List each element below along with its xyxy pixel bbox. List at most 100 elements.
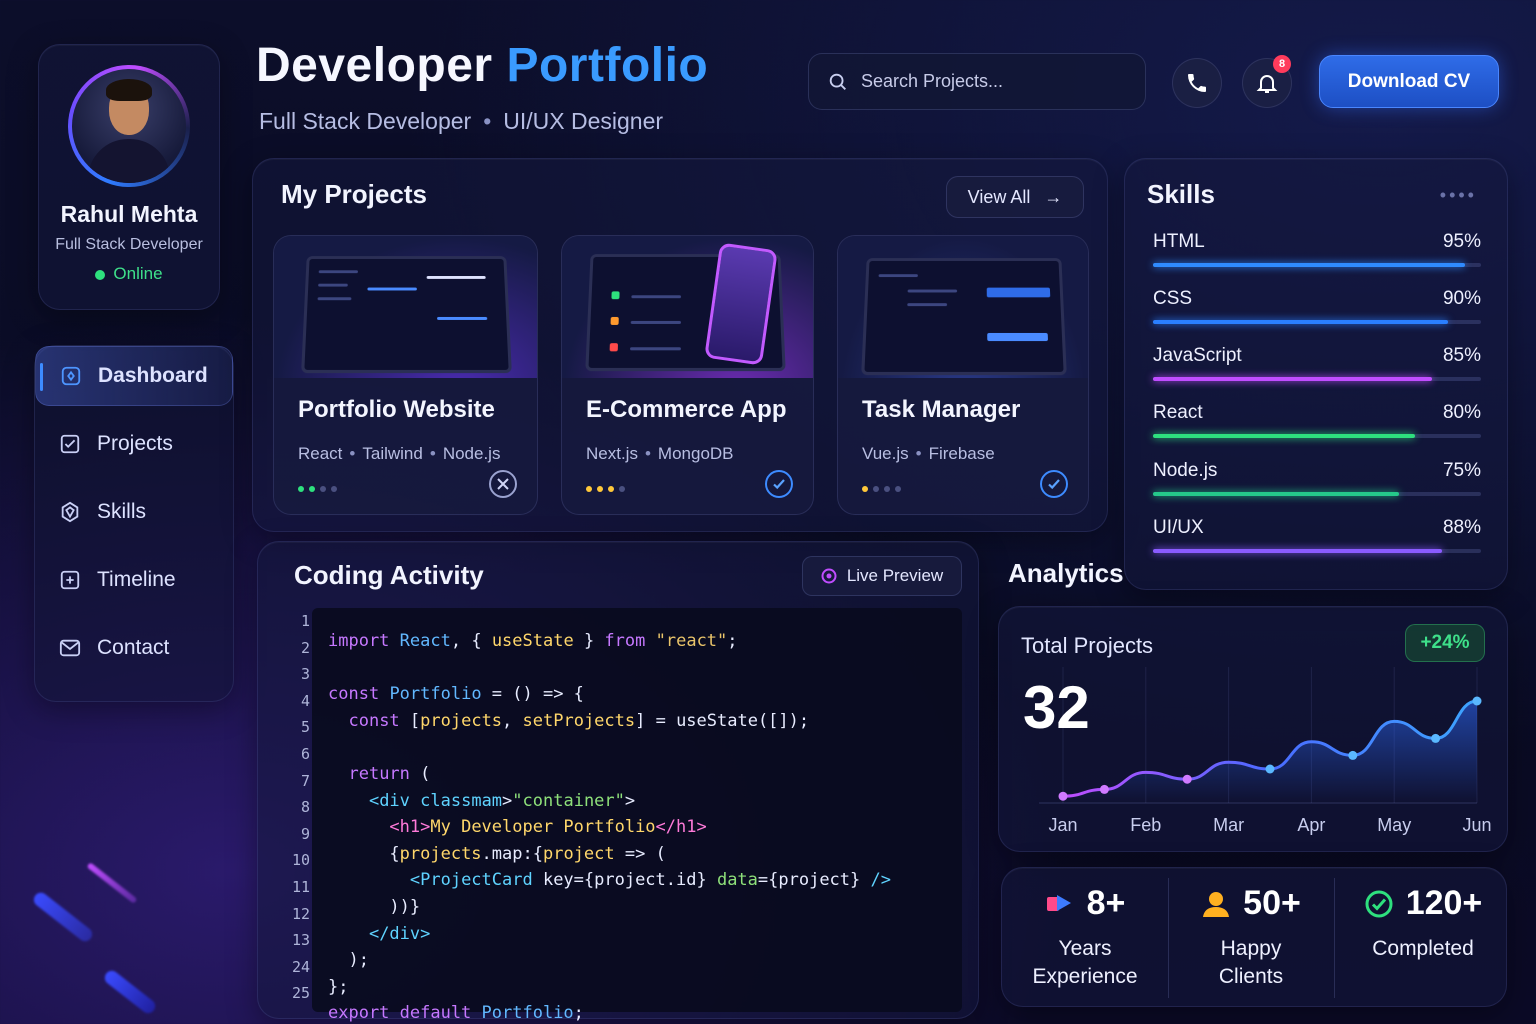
skill-progress-track	[1153, 320, 1481, 324]
coding-activity-panel: Coding Activity Live Preview 1 2 3 4 5 6 7 8 9 10…	[257, 541, 979, 1023]
x-tick-label: Jun	[1462, 815, 1491, 835]
skills-title: Skills	[1147, 179, 1215, 209]
sidebar-item-skills[interactable]: Skills	[35, 482, 233, 542]
project-title: Portfolio Website	[298, 396, 495, 423]
skill-percent: 75%	[1442, 460, 1481, 481]
data-point	[1431, 733, 1441, 743]
live-preview-button[interactable]: Live Preview	[802, 556, 962, 596]
line-numbers: 1 2 3 4 5 6 7 8 9 10 11 12 13 24 25	[276, 608, 310, 1007]
close-icon[interactable]	[489, 470, 517, 498]
projects-icon	[60, 434, 80, 454]
project-tags: React • Tailwind • Node.js	[298, 444, 501, 463]
sidebar-nav: Dashboard Projects Skills Timeline Conta…	[34, 345, 234, 702]
projects-title: My Projects	[281, 179, 427, 209]
profile-status: Online	[39, 264, 219, 284]
project-card-ecommerce[interactable]: E-Commerce App Next.js • MongoDB	[561, 235, 814, 515]
project-title: Task Manager	[862, 396, 1021, 423]
skill-progress-fill	[1153, 492, 1399, 496]
skill-progress-fill	[1153, 320, 1449, 324]
skill-progress-track	[1153, 549, 1481, 553]
sidebar-item-dashboard[interactable]: Dashboard	[35, 346, 233, 406]
skill-row: UI/UX 88%	[1153, 517, 1481, 553]
total-projects-value: 32	[1023, 674, 1090, 741]
total-projects-label: Total Projects	[1021, 633, 1154, 658]
stat-label: Years	[1058, 937, 1112, 960]
phone-icon	[1188, 74, 1206, 92]
page-subtitle: Full Stack Developer • UI/UX Designer	[259, 108, 664, 134]
user-icon	[1203, 891, 1230, 917]
sidebar-item-projects[interactable]: Projects	[35, 414, 233, 474]
check-circle-icon[interactable]	[1040, 470, 1068, 498]
line-number: 6	[300, 744, 310, 763]
line-number: 1	[300, 612, 310, 630]
total-projects-card: Jan Feb Mar Apr May Jun Total Projects 32 +24…	[998, 606, 1508, 852]
skill-percent: 80%	[1442, 402, 1481, 423]
skill-name: JavaScript	[1153, 345, 1242, 366]
sidebar-item-label: Contact	[97, 636, 170, 659]
download-cv-button[interactable]: Download CV	[1319, 55, 1499, 108]
stat-label: Completed	[1372, 937, 1474, 960]
stat-label: Experience	[1032, 965, 1138, 988]
line-number: 4	[300, 691, 310, 710]
sidebar-item-contact[interactable]: Contact	[35, 618, 233, 678]
check-circle-icon	[1365, 890, 1393, 917]
skill-row: Node.js 75%	[1153, 460, 1481, 496]
timeline-icon	[60, 570, 80, 590]
stat-label: Happy	[1220, 937, 1282, 960]
line-number: 25	[291, 984, 310, 1003]
phone-button[interactable]	[1172, 58, 1222, 108]
data-point	[1182, 774, 1192, 784]
project-thumbnail	[562, 236, 813, 378]
notifications-button[interactable]: 8	[1242, 55, 1292, 108]
coding-title: Coding Activity	[294, 560, 484, 590]
skill-row: JavaScript 85%	[1153, 345, 1481, 381]
skill-name: UI/UX	[1153, 517, 1204, 538]
line-number: 12	[291, 904, 310, 923]
dashboard-icon	[61, 366, 81, 386]
skill-name: HTML	[1153, 231, 1205, 252]
x-tick-label: Feb	[1130, 815, 1161, 835]
sidebar-item-timeline[interactable]: Timeline	[35, 550, 233, 610]
skill-percent: 85%	[1442, 345, 1481, 366]
data-point	[1348, 750, 1358, 760]
data-point	[1472, 696, 1482, 706]
skill-percent: 95%	[1442, 231, 1481, 252]
skill-progress-fill	[1153, 263, 1465, 267]
progress-dots	[862, 486, 901, 492]
decor-streak	[86, 862, 138, 904]
arrow-right-icon: →	[1044, 186, 1063, 207]
search-bar[interactable]	[808, 53, 1146, 110]
line-number: 10	[291, 851, 310, 870]
search-icon	[829, 73, 846, 90]
projects-panel: My Projects View All → Portfolio Website …	[252, 158, 1108, 532]
sidebar-item-label: Timeline	[97, 568, 176, 591]
line-number: 13	[291, 931, 310, 950]
sidebar-item-label: Projects	[97, 432, 173, 455]
project-thumbnail	[838, 236, 1088, 378]
view-all-button[interactable]: View All →	[946, 176, 1084, 218]
line-number: 5	[300, 718, 310, 737]
sidebar-item-label: Skills	[97, 500, 147, 523]
project-card-task-manager[interactable]: Task Manager Vue.js • Firebase	[837, 235, 1089, 515]
stat-experience: 8+ Years Experience	[1002, 868, 1168, 1008]
line-number: 11	[291, 877, 310, 896]
x-tick-label: May	[1377, 815, 1411, 835]
skill-progress-fill	[1153, 434, 1416, 438]
project-card-portfolio[interactable]: Portfolio Website React • Tailwind • Node.js	[273, 235, 538, 515]
check-circle-icon[interactable]	[765, 470, 793, 498]
search-input[interactable]	[861, 71, 1121, 92]
line-number: 8	[300, 798, 310, 817]
progress-dots	[586, 486, 625, 492]
skill-row: HTML 95%	[1153, 231, 1481, 267]
stat-label: Clients	[1218, 965, 1284, 988]
area-fill	[1063, 701, 1477, 803]
data-point	[1099, 784, 1109, 794]
flag-icon	[1046, 894, 1071, 911]
profile-name: Rahul Mehta	[60, 201, 198, 227]
skill-row: CSS 90%	[1153, 288, 1481, 324]
stats-panel: 8+ Years Experience 50+ Happy Clients 120+…	[1001, 867, 1507, 1007]
line-number: 7	[300, 771, 310, 790]
sidebar-item-label: Dashboard	[98, 364, 208, 387]
skills-panel: Skills •••• HTML 95% CSS 90% JavaScript 85% Re…	[1124, 158, 1508, 590]
more-options-icon[interactable]: ••••	[1440, 185, 1477, 206]
